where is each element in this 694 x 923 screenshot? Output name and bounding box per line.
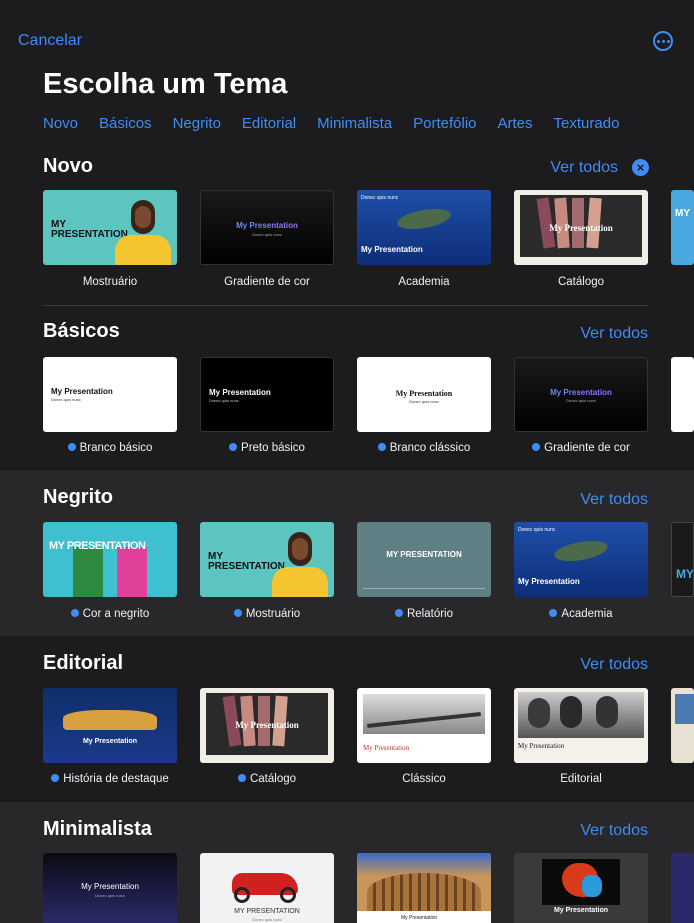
see-all-editorial-link[interactable]: Ver todos (580, 656, 648, 674)
status-dot (237, 773, 246, 782)
see-all-basicos-link[interactable]: Ver todos (580, 325, 648, 343)
section-title-minimalista: Minimalista (43, 818, 152, 840)
status-dot (233, 608, 242, 617)
theme-label: Gradiente de cor (224, 276, 310, 288)
theme-label: Relatório (357, 608, 491, 620)
theme-thumb-minimalista-2[interactable]: MY PRESENTATION Donec quis nunc (200, 853, 334, 923)
status-dot (394, 608, 403, 617)
theme-thumb-academia[interactable]: Donec quis nunc My Presentation (357, 190, 491, 265)
section-divider (43, 305, 649, 306)
theme-thumb-minimalista-4[interactable]: My Presentation (514, 853, 648, 923)
status-dot (377, 442, 386, 451)
section-title-basicos: Básicos (43, 320, 120, 342)
theme-thumb-partial[interactable]: MY (671, 190, 694, 265)
filter-basicos[interactable]: Básicos (99, 115, 152, 132)
theme-label: Editorial (560, 773, 602, 785)
top-bar: Cancelar (0, 0, 694, 70)
theme-label: Mostruário (200, 608, 334, 620)
theme-thumb-preto-basico[interactable]: My Presentation Donec quis nunc (200, 357, 334, 432)
theme-thumb-gradiente-de-cor[interactable]: My Presentation Donec quis nunc (514, 357, 648, 432)
theme-thumb-mostruario[interactable]: MY PRESENTATION (43, 190, 177, 265)
theme-label: Cor a negrito (43, 608, 177, 620)
theme-label: Gradiente de cor (514, 442, 648, 454)
theme-thumb-gradiente-de-cor[interactable]: My Presentation Donec quis nunc (200, 190, 334, 265)
theme-thumb-partial[interactable]: MY (671, 522, 694, 597)
cancel-button[interactable]: Cancelar (18, 32, 82, 50)
page-title: Escolha um Tema (43, 68, 288, 100)
theme-label: Academia (514, 608, 648, 620)
theme-label: Academia (398, 276, 450, 288)
theme-thumb-minimalista-1[interactable]: My Presentation Donec quis nunc (43, 853, 177, 923)
status-dot (229, 442, 238, 451)
theme-thumb-partial[interactable] (671, 853, 694, 923)
theme-thumb-catalogo[interactable]: My Presentation (514, 190, 648, 265)
section-title-novo: Novo (43, 155, 93, 177)
category-filter-bar: Novo Básicos Negrito Editorial Minimalis… (43, 115, 619, 132)
theme-thumb-branco-classico[interactable]: My Presentation Donec quis nunc (357, 357, 491, 432)
status-dot (51, 773, 60, 782)
filter-minimalista[interactable]: Minimalista (317, 115, 392, 132)
theme-thumb-academia[interactable]: Donec quis nunc My Presentation (514, 522, 648, 597)
see-all-minimalista-link[interactable]: Ver todos (580, 822, 648, 840)
theme-thumb-partial[interactable] (671, 357, 694, 432)
theme-thumb-editorial[interactable]: My Presentation (514, 688, 648, 763)
theme-label: Branco básico (43, 442, 177, 454)
status-dot (549, 608, 558, 617)
filter-texturado[interactable]: Texturado (554, 115, 620, 132)
see-all-negrito-link[interactable]: Ver todos (580, 491, 648, 509)
theme-label: Branco clássico (357, 442, 491, 454)
theme-label: Catálogo (200, 773, 334, 785)
theme-thumb-partial[interactable] (671, 688, 694, 763)
ellipsis-circle-icon[interactable] (653, 31, 673, 51)
theme-thumb-catalogo[interactable]: My Presentation (200, 688, 334, 763)
theme-label: Catálogo (557, 276, 605, 288)
see-all-novo-link[interactable]: Ver todos (550, 159, 618, 177)
filter-novo[interactable]: Novo (43, 115, 78, 132)
status-dot (70, 608, 79, 617)
filter-editorial[interactable]: Editorial (242, 115, 296, 132)
theme-label: Preto básico (200, 442, 334, 454)
theme-thumb-cor-a-negrito[interactable]: MY PRESENTATION (43, 522, 177, 597)
theme-label: Mostruário (82, 276, 138, 288)
theme-thumb-branco-basico[interactable]: My Presentation Donec quis nunc (43, 357, 177, 432)
section-title-negrito: Negrito (43, 486, 113, 508)
filter-artes[interactable]: Artes (498, 115, 533, 132)
theme-label: Clássico (402, 773, 446, 785)
theme-thumb-mostruario[interactable]: MY PRESENTATION (200, 522, 334, 597)
theme-thumb-classico[interactable]: My Presentation (357, 688, 491, 763)
theme-thumb-minimalista-3[interactable]: My Presentation (357, 853, 491, 923)
section-title-editorial: Editorial (43, 652, 124, 674)
close-icon[interactable]: × (632, 159, 649, 176)
theme-thumb-relatorio[interactable]: MY PRESENTATION (357, 522, 491, 597)
theme-label: História de destaque (43, 773, 177, 785)
filter-negrito[interactable]: Negrito (173, 115, 221, 132)
status-dot (532, 442, 541, 451)
theme-thumb-historia-de-destaque[interactable]: My Presentation (43, 688, 177, 763)
status-dot (67, 442, 76, 451)
filter-portefolio[interactable]: Portefólio (413, 115, 476, 132)
